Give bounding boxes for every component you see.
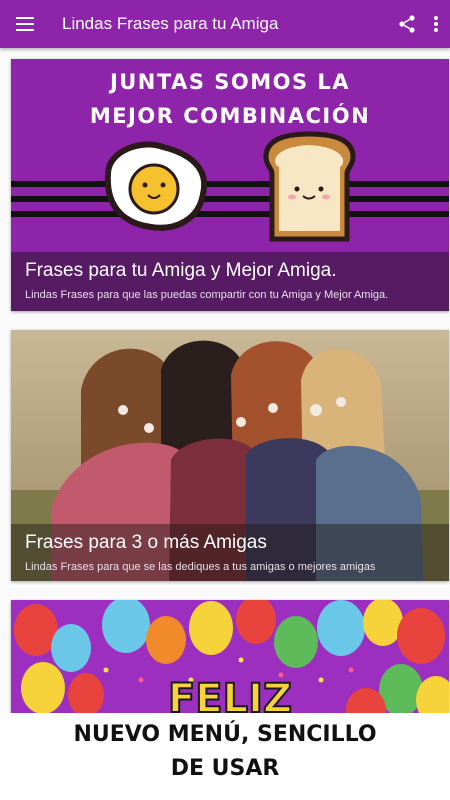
card-caption: Frases para tu Amiga y Mejor Amiga. Lind…	[11, 252, 449, 311]
hamburger-menu-icon[interactable]	[0, 0, 52, 48]
card-tres-amigas[interactable]: Frases para 3 o más Amigas Lindas Frases…	[11, 330, 449, 581]
card-description: Lindas Frases para que las puedas compar…	[25, 289, 389, 301]
promo-caption: NUEVO MENÚ, SENCILLO DE USAR	[0, 713, 450, 800]
banner-text: FELIZ	[168, 676, 292, 713]
card-caption: Frases para 3 o más Amigas Lindas Frases…	[11, 524, 449, 581]
card-feliz-balloons[interactable]: FELIZ	[11, 600, 449, 713]
share-icon[interactable]	[392, 0, 422, 48]
card-title: Frases para tu Amiga y Mejor Amiga.	[25, 260, 337, 281]
more-vertical-icon[interactable]	[422, 0, 450, 48]
promo-line-1: NUEVO MENÚ, SENCILLO	[73, 722, 377, 747]
balloons-illustration: FELIZ	[11, 600, 449, 713]
card-title: Frases para 3 o más Amigas	[25, 532, 267, 553]
banner-line-2: MEJOR COMBINACIÓN	[90, 103, 370, 128]
app-title: Lindas Frases para tu Amiga	[62, 14, 279, 33]
banner-line-1: JUNTAS SOMOS LA	[108, 70, 350, 94]
card-amiga-mejor-amiga[interactable]: JUNTAS SOMOS LA MEJOR COMBINACIÓN Frases…	[11, 59, 449, 311]
card-description: Lindas Frases para que se las dediques a…	[25, 561, 376, 573]
promo-line-2: DE USAR	[170, 756, 280, 781]
app-bar: Lindas Frases para tu Amiga	[0, 0, 450, 48]
card-feed[interactable]: JUNTAS SOMOS LA MEJOR COMBINACIÓN Frases…	[0, 48, 450, 713]
